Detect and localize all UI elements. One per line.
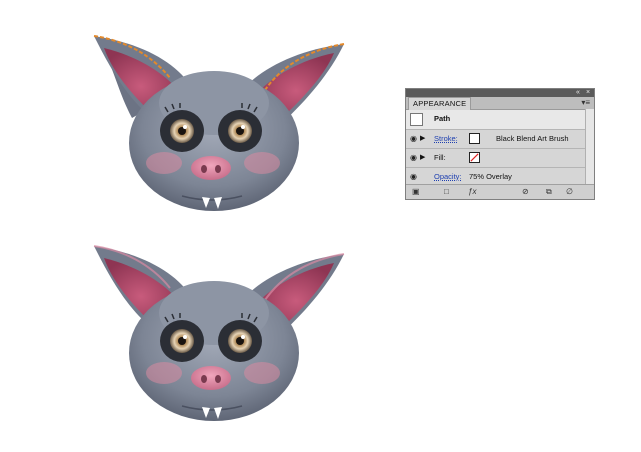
left-cheek	[146, 152, 182, 174]
left-nostril	[201, 375, 207, 383]
appearance-panel: « × APPEARANCE ▾≡ Path ◉ ▶ Stroke: Black…	[405, 88, 595, 200]
stroke-value: Black Blend Art Brush	[496, 134, 569, 143]
eye-icon[interactable]: ◉	[409, 153, 418, 162]
panel-scrollbar[interactable]	[585, 109, 594, 185]
opacity-value: 75% Overlay	[469, 172, 512, 181]
right-cheek	[244, 362, 280, 384]
stroke-label[interactable]: Stroke:	[434, 134, 458, 144]
clear-appearance-icon[interactable]: ⊘	[522, 187, 529, 197]
left-cheek	[146, 362, 182, 384]
panel-menu-icon[interactable]: ▾≡	[581, 97, 590, 108]
tab-appearance[interactable]: APPEARANCE	[408, 97, 472, 110]
triangle-right-icon[interactable]: ▶	[420, 153, 425, 163]
fill-label[interactable]: Fill:	[434, 153, 446, 163]
nose	[191, 156, 231, 180]
left-eye-glint	[183, 335, 187, 339]
opacity-label[interactable]: Opacity:	[434, 172, 462, 182]
new-stroke-icon[interactable]: ▣	[412, 187, 420, 197]
new-fill-icon[interactable]: □	[444, 187, 449, 197]
right-eye-glint	[241, 125, 245, 129]
fill-row[interactable]: ◉ ▶ Fill:	[406, 149, 594, 168]
object-label: Path	[434, 114, 451, 123]
fx-icon[interactable]: ƒx	[468, 187, 476, 197]
stroke-swatch[interactable]	[469, 133, 480, 144]
duplicate-item-icon[interactable]: ⧉	[546, 187, 552, 197]
left-eye-glint	[183, 125, 187, 129]
right-eye-glint	[241, 335, 245, 339]
stroke-row[interactable]: ◉ ▶ Stroke: Black Blend Art Brush	[406, 130, 594, 149]
right-nostril	[215, 165, 221, 173]
bat-illustration-final	[93, 245, 345, 421]
panel-tab-bar: APPEARANCE ▾≡	[406, 97, 594, 110]
collapse-icon[interactable]: «	[576, 88, 580, 97]
object-thumbnail	[410, 113, 423, 126]
eye-icon[interactable]: ◉	[409, 172, 418, 181]
trash-icon[interactable]: ∅	[566, 187, 573, 197]
fill-none-swatch[interactable]	[469, 152, 480, 163]
nose	[191, 366, 231, 390]
object-row[interactable]: Path	[406, 110, 594, 130]
bat-illustration-with-path	[93, 35, 345, 211]
triangle-right-icon[interactable]: ▶	[420, 134, 425, 144]
close-icon[interactable]: ×	[586, 88, 590, 97]
right-nostril	[215, 375, 221, 383]
right-cheek	[244, 152, 280, 174]
panel-bottom-toolbar: ▣ □ ƒx ⊘ ⧉ ∅	[406, 184, 594, 199]
left-nostril	[201, 165, 207, 173]
panel-title-bar[interactable]: « ×	[406, 89, 594, 97]
eye-icon[interactable]: ◉	[409, 134, 418, 143]
